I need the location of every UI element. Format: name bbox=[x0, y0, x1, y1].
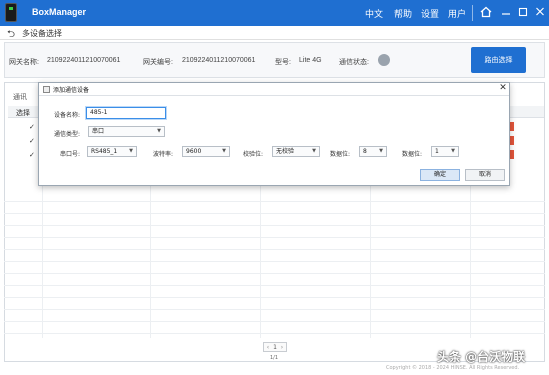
title-bar: BoxManager 中文 帮助 设置 用户 bbox=[0, 0, 549, 26]
menu-settings[interactable]: 设置 bbox=[421, 7, 439, 20]
ok-button[interactable]: 确定 bbox=[420, 169, 460, 181]
home-icon[interactable] bbox=[479, 6, 493, 20]
port-label: 串口号: bbox=[60, 151, 81, 158]
table-row bbox=[4, 298, 545, 310]
table-row bbox=[4, 190, 545, 202]
status-indicator bbox=[378, 54, 390, 66]
table-row bbox=[4, 214, 545, 226]
table-row bbox=[4, 310, 545, 322]
device-name-label: 设备名称: bbox=[54, 112, 81, 119]
row-checkbox[interactable]: ✓ bbox=[29, 138, 35, 145]
next-page-icon[interactable]: › bbox=[279, 343, 285, 351]
chevron-down-icon: ▼ bbox=[312, 148, 316, 154]
databits-value: 8 bbox=[363, 148, 367, 155]
stopbits-value: 1 bbox=[435, 148, 439, 155]
app-title: BoxManager bbox=[32, 7, 87, 17]
port-value: RS485_1 bbox=[91, 148, 118, 155]
dialog-title: 添加通信设备 bbox=[53, 87, 90, 94]
table-row bbox=[4, 226, 545, 238]
gateway-id-value: 2109224011210070061 bbox=[182, 57, 256, 64]
pagination[interactable]: ‹ 1 › bbox=[263, 342, 287, 352]
gateway-info-bar: 网关名称: 2109224011210070061 网关编号: 21092240… bbox=[4, 42, 545, 78]
status-label: 通信状态: bbox=[339, 59, 369, 66]
dialog-app-icon bbox=[43, 86, 50, 93]
menu-user[interactable]: 用户 bbox=[448, 7, 466, 20]
row-checkbox[interactable]: ✓ bbox=[29, 124, 35, 131]
chevron-down-icon: ▼ bbox=[222, 148, 226, 154]
comm-type-select[interactable]: 串口 ▼ bbox=[88, 126, 165, 137]
gateway-model-value: Lite 4G bbox=[299, 57, 322, 64]
add-device-dialog: 添加通信设备 ✕ 设备名称: 485-1 通信类型: 串口 ▼ 串口号: RS48… bbox=[38, 82, 510, 186]
databits-select[interactable]: 8 ▼ bbox=[359, 146, 387, 157]
current-page: 1 bbox=[273, 344, 277, 351]
port-select[interactable]: RS485_1 ▼ bbox=[87, 146, 137, 157]
table-row bbox=[4, 274, 545, 286]
minimize-icon[interactable] bbox=[499, 6, 513, 20]
chevron-down-icon: ▼ bbox=[451, 148, 455, 154]
table-row bbox=[4, 286, 545, 298]
parity-select[interactable]: 无校验 ▼ bbox=[272, 146, 320, 157]
comm-type-value: 串口 bbox=[92, 128, 105, 135]
device-name-input[interactable]: 485-1 bbox=[86, 107, 166, 119]
dialog-close-icon[interactable]: ✕ bbox=[498, 83, 508, 93]
watermark: 头条 @台沃物联 bbox=[437, 350, 526, 364]
maximize-icon[interactable] bbox=[516, 6, 530, 20]
select-column-header: 选择 bbox=[16, 109, 30, 117]
table-row bbox=[4, 202, 545, 214]
menu-chinese[interactable]: 中文 bbox=[365, 7, 383, 20]
table-row bbox=[4, 250, 545, 262]
baud-value: 9600 bbox=[186, 148, 202, 155]
panel-label: 通讯 bbox=[13, 93, 27, 101]
stopbits-select[interactable]: 1 ▼ bbox=[431, 146, 459, 157]
cancel-button[interactable]: 取消 bbox=[465, 169, 505, 181]
baud-label: 波特率: bbox=[153, 151, 174, 158]
parity-label: 校验位: bbox=[243, 151, 264, 158]
databits-label: 数据位: bbox=[330, 151, 351, 158]
sub-bar: ⮌ 多设备选择 bbox=[0, 26, 549, 40]
chevron-down-icon: ▼ bbox=[157, 128, 161, 134]
chevron-down-icon: ▼ bbox=[129, 148, 133, 154]
table-row bbox=[4, 238, 545, 250]
baud-select[interactable]: 9600 ▼ bbox=[182, 146, 230, 157]
app-logo-icon bbox=[5, 3, 17, 22]
table-row bbox=[4, 262, 545, 274]
gateway-id-label: 网关编号: bbox=[143, 59, 173, 66]
row-checkbox[interactable]: ✓ bbox=[29, 152, 35, 159]
stopbits-label: 数据位: bbox=[402, 151, 423, 158]
page-title: 多设备选择 bbox=[22, 29, 62, 38]
copyright: Copyright © 2018 - 2024 HINSE. All Right… bbox=[386, 365, 520, 371]
table-row bbox=[4, 322, 545, 334]
parity-value: 无校验 bbox=[276, 148, 295, 155]
title-separator bbox=[472, 5, 473, 21]
menu-help[interactable]: 帮助 bbox=[394, 7, 412, 20]
gateway-name-value: 2109224011210070061 bbox=[47, 57, 121, 64]
dialog-title-bar: 添加通信设备 ✕ bbox=[39, 83, 509, 96]
gateway-name-label: 网关名称: bbox=[9, 59, 39, 66]
comm-type-label: 通信类型: bbox=[54, 131, 81, 138]
page-count: 1/1 bbox=[270, 355, 279, 361]
prev-page-icon[interactable]: ‹ bbox=[265, 343, 271, 351]
close-icon[interactable] bbox=[533, 6, 547, 20]
gateway-model-label: 型号: bbox=[275, 59, 291, 66]
route-select-button[interactable]: 路由选择 bbox=[471, 47, 526, 73]
chevron-down-icon: ▼ bbox=[379, 148, 383, 154]
